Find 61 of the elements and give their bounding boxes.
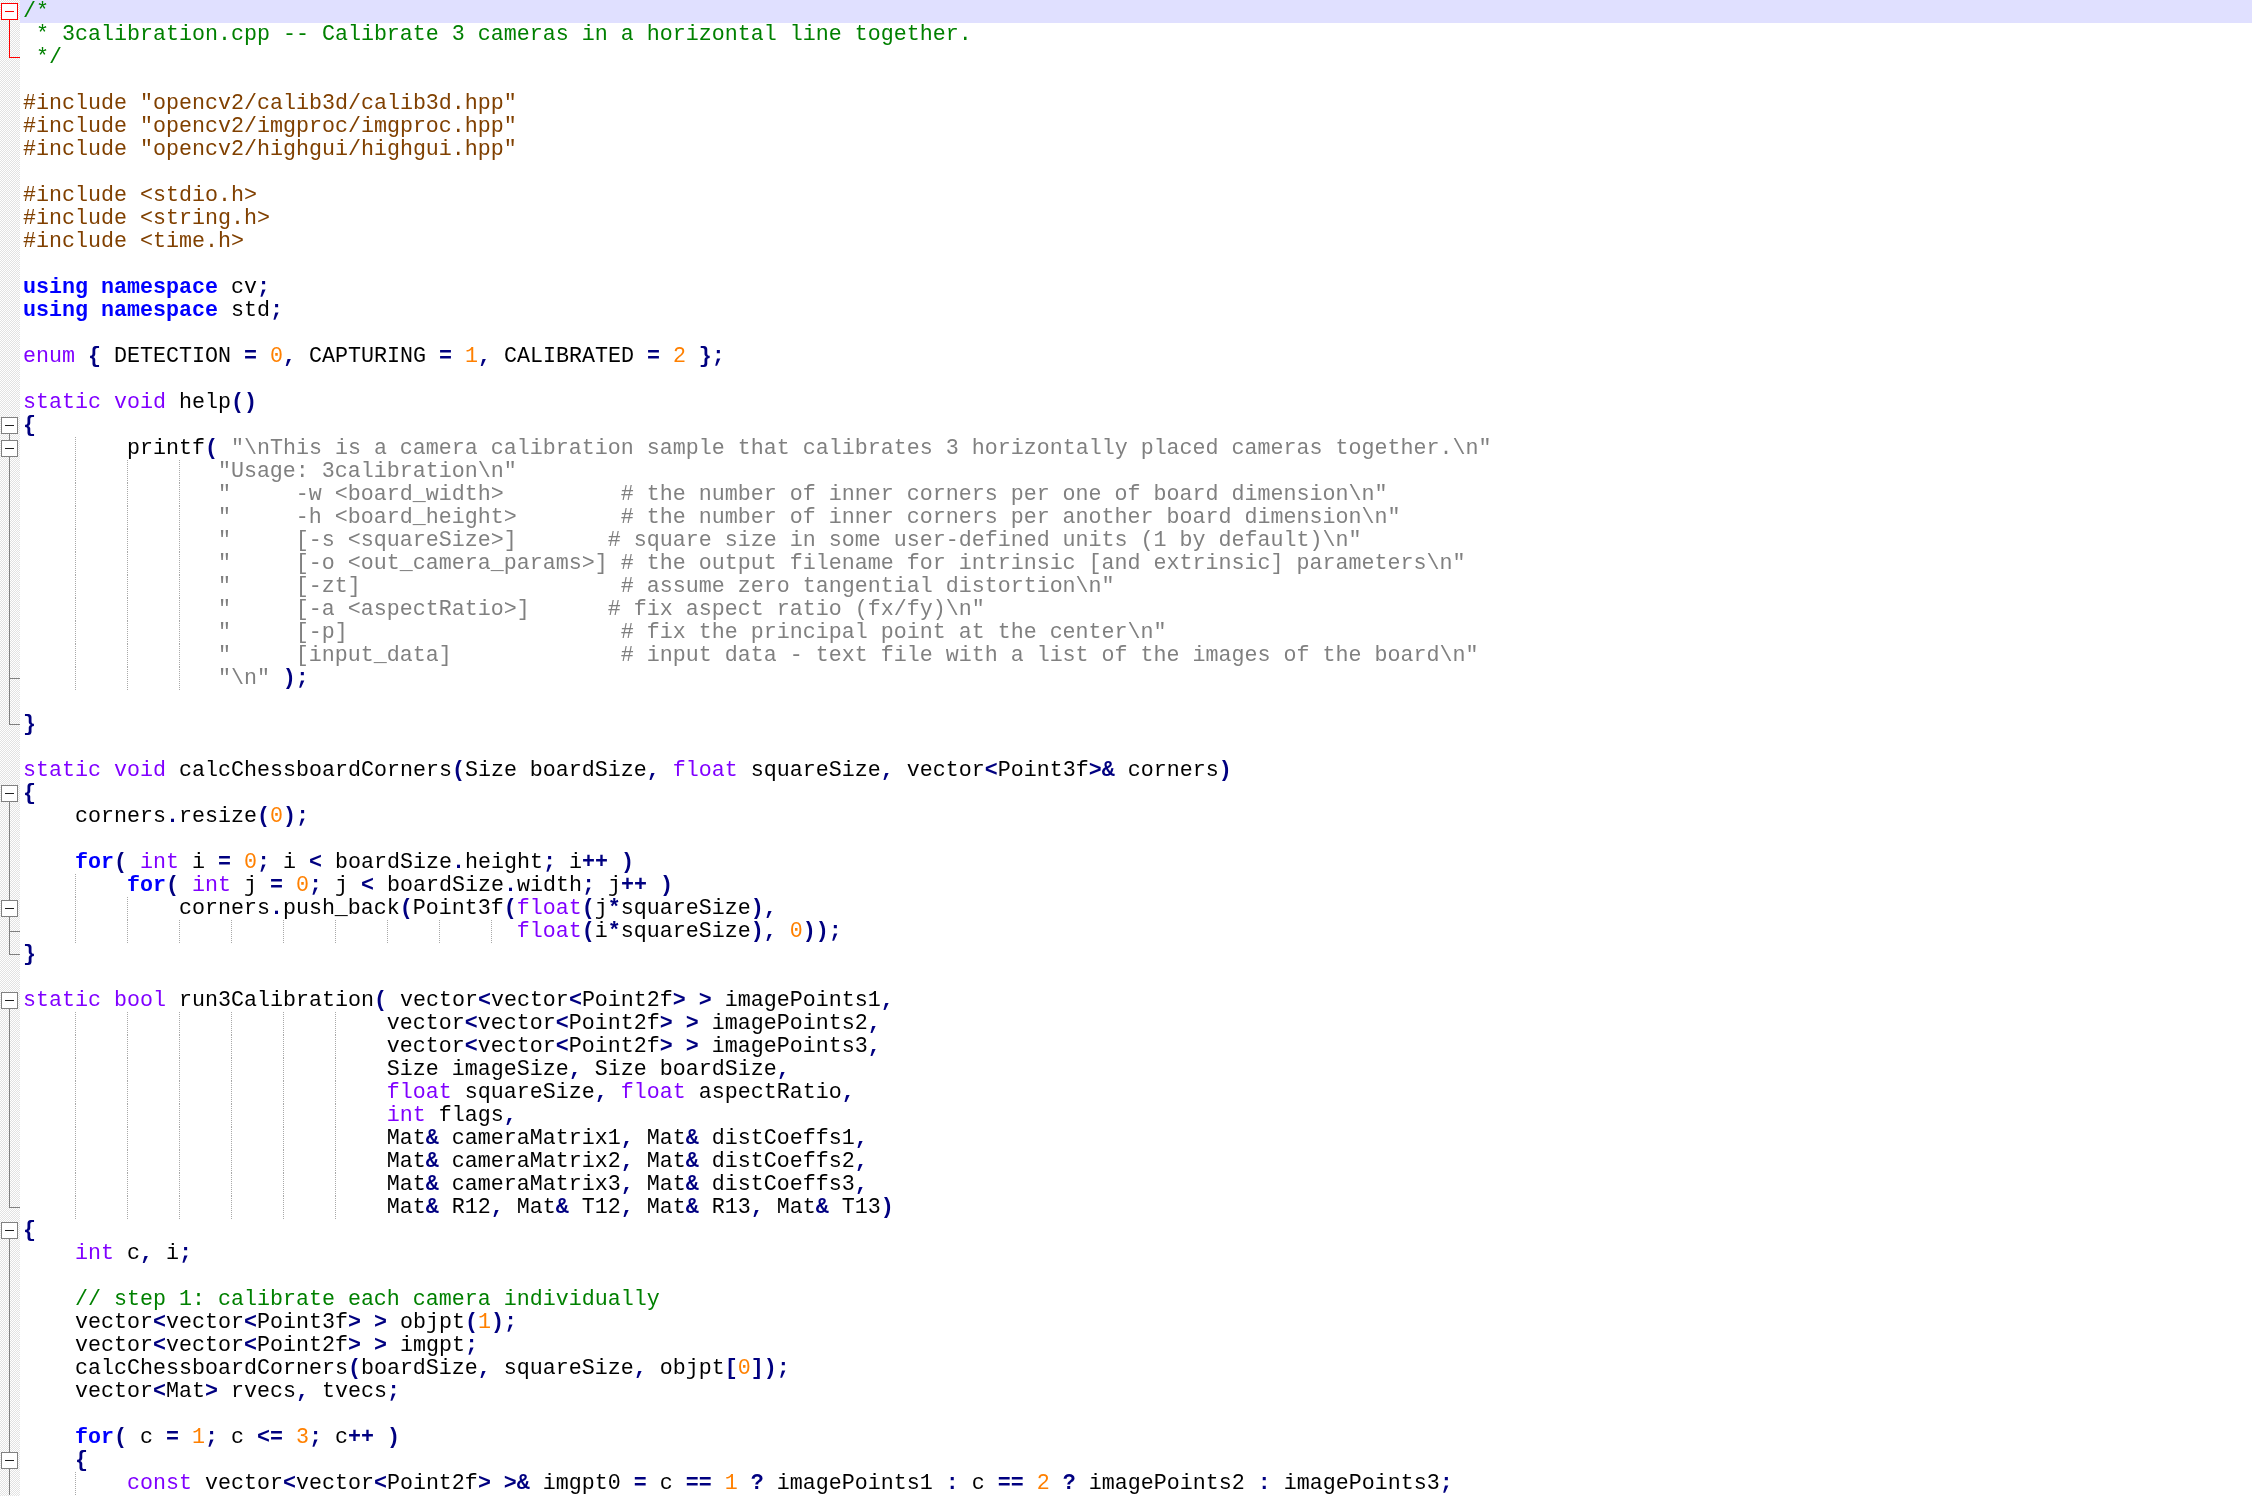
code-line: " [-a <aspectRatio>] # fix aspect ratio (fx/fy)\n" [217, 598, 985, 621]
minus-box-icon[interactable] [1, 992, 18, 1009]
code-line: } [23, 943, 36, 966]
code-line: " [-s <squareSize>] # square size in some user-defined units (1 by default)\n" [217, 529, 1362, 552]
code-line: printf( "\nThis is a camera calibration sample that calibrates 3 horizontally placed cameras together.\n" [126, 437, 1492, 460]
code-line: static void calcChessboardCorners(Size boardSize, float squareSize, vector<Point3f>& corners) [23, 759, 1232, 782]
code-line: "Usage: 3calibration\n" [217, 460, 517, 483]
code-line: corners.push_back(Point3f(float(j*squareSize), [178, 897, 777, 920]
code-line: for( int i = 0; i < boardSize.height; i++ ) [74, 851, 634, 874]
code-line: Mat& cameraMatrix1, Mat& distCoeffs1, [386, 1127, 868, 1150]
code-line: " [input_data] # input data - text file with a list of the images of the board\n" [217, 644, 1479, 667]
code-line: Mat& cameraMatrix3, Mat& distCoeffs3, [386, 1173, 868, 1196]
code-line: #include <string.h> [23, 207, 270, 230]
code-line: { [74, 1449, 88, 1472]
code-line: calcChessboardCorners(boardSize, squareSize, objpt[0]); [74, 1357, 790, 1380]
code-line: float squareSize, float aspectRatio, [386, 1081, 855, 1104]
code-line: #include "opencv2/imgproc/imgproc.hpp" [23, 115, 517, 138]
code-line: vector<vector<Point2f> > imgpt; [74, 1334, 478, 1357]
minus-box-icon[interactable] [1, 785, 18, 802]
minus-box-icon[interactable] [1, 900, 18, 917]
code-line: #include "opencv2/calib3d/calib3d.hpp" [23, 92, 517, 115]
minus-box-icon[interactable] [1, 417, 18, 434]
code-line: #include "opencv2/highgui/highgui.hpp" [23, 138, 517, 161]
code-line: { [23, 1219, 36, 1242]
code-line: /* [23, 0, 49, 23]
code-line: } [23, 713, 36, 736]
code-line: * 3calibration.cpp -- Calibrate 3 cameras in a horizontal line together. [36, 23, 972, 46]
code-line: for( int j = 0; j < boardSize.width; j++ ) [126, 874, 673, 897]
code-line: Size imageSize, Size boardSize, [386, 1058, 790, 1081]
code-line: static void help() [23, 391, 257, 414]
code-line: vector<vector<Point3f> > objpt(1); [74, 1311, 517, 1334]
code-line: vector<vector<Point2f> > imagePoints2, [386, 1012, 881, 1035]
code-line: " [-p] # fix the principal point at the center\n" [217, 621, 1167, 644]
code-line: int c, i; [74, 1242, 192, 1265]
code-line: { [23, 414, 36, 437]
code-line: " -w <board_width> # the number of inner corners per one of board dimension\n" [217, 483, 1388, 506]
code-line: using namespace std; [23, 299, 283, 322]
code-line: vector<vector<Point2f> > imagePoints3, [386, 1035, 881, 1058]
code-line: corners.resize(0); [74, 805, 309, 828]
code-line: for( c = 1; c <= 3; c++ ) [74, 1426, 400, 1449]
code-line: "\n" ); [217, 667, 309, 690]
code-line: float(i*squareSize), 0)); [516, 920, 842, 943]
minus-box-icon[interactable] [1, 1222, 18, 1239]
code-line: // step 1: calibrate each camera individually [74, 1288, 660, 1311]
code-line: Mat& cameraMatrix2, Mat& distCoeffs2, [386, 1150, 868, 1173]
code-line: " -h <board_height> # the number of inner corners per another board dimension\n" [217, 506, 1401, 529]
code-line: Mat& R12, Mat& T12, Mat& R13, Mat& T13) [386, 1196, 894, 1219]
minus-box-icon[interactable] [1, 1452, 18, 1469]
code-line: " [-zt] # assume zero tangential distortion\n" [217, 575, 1115, 598]
code-line: static bool run3Calibration( vector<vector<Point2f> > imagePoints1, [23, 989, 894, 1012]
code-line: int flags, [386, 1104, 517, 1127]
code-line: " [-o <out_camera_params>] # the output filename for intrinsic [and extrinsic] parameters\n" [217, 552, 1466, 575]
code-line: { [23, 782, 36, 805]
code-line: #include <stdio.h> [23, 184, 257, 207]
code-line: enum { DETECTION = 0, CAPTURING = 1, CALIBRATED = 2 }; [23, 345, 725, 368]
code-line: #include <time.h> [23, 230, 244, 253]
code-line: */ [36, 46, 62, 69]
code-line: const vector<vector<Point2f> >& imgpt0 = c == 1 ? imagePoints1 : c == 2 ? imagePoints2 : imagePoints3; [126, 1472, 1453, 1495]
minus-box-icon[interactable] [1, 440, 18, 457]
code-line: using namespace cv; [23, 276, 270, 299]
code-line: vector<Mat> rvecs, tvecs; [74, 1380, 400, 1403]
